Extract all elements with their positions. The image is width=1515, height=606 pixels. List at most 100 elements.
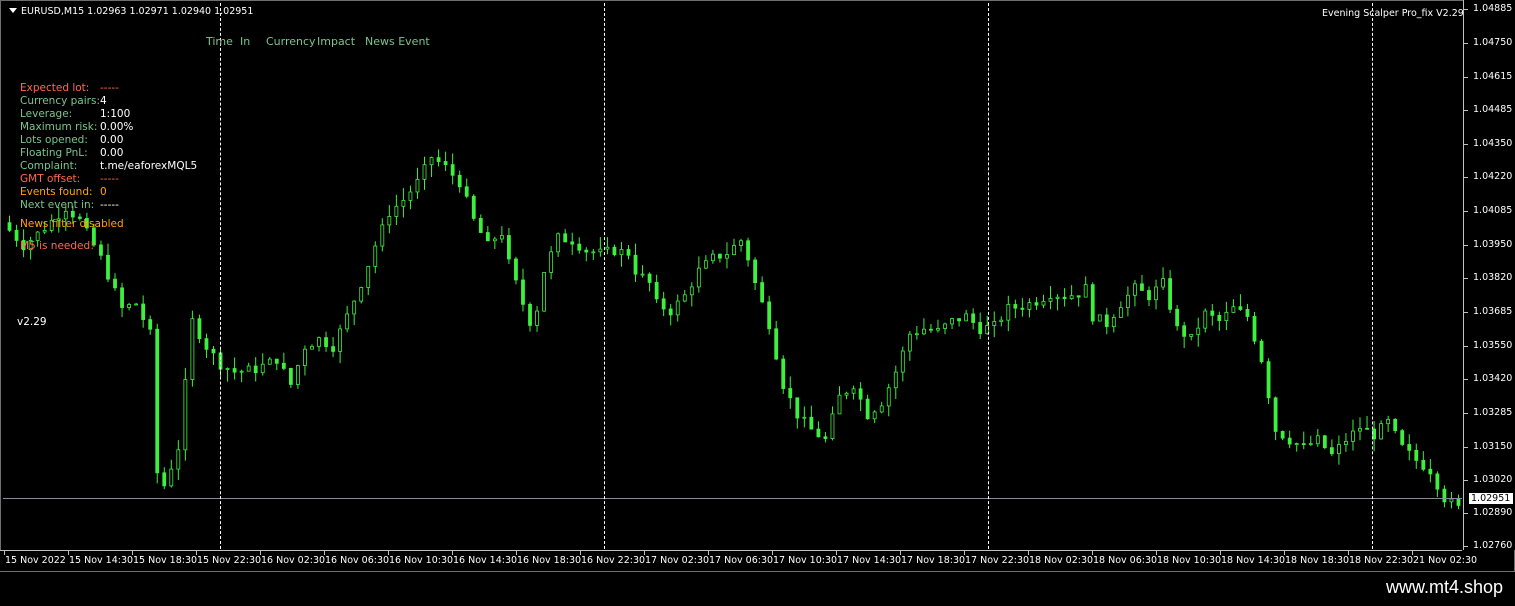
candle-body <box>155 328 160 474</box>
candle-body <box>584 249 589 253</box>
candle-body <box>591 251 596 254</box>
info-label: Leverage: <box>20 108 73 120</box>
info-label: Events found: <box>20 186 93 198</box>
candle-body <box>851 388 856 394</box>
candle-body <box>260 363 265 374</box>
candle-body <box>577 243 582 251</box>
info-label: Maximum risk: <box>20 121 98 133</box>
candle-body <box>345 313 350 330</box>
info-label: GMT offset: <box>20 173 81 185</box>
candle-body <box>936 328 940 331</box>
candle-body <box>922 328 926 335</box>
time-label: 16 Nov 14:30 <box>453 555 518 566</box>
candle-body <box>310 345 314 350</box>
candle-body <box>42 230 47 233</box>
candle-body <box>978 322 983 335</box>
candle-body <box>148 319 153 330</box>
candle-body <box>478 217 483 233</box>
info-label: Expected lot: <box>20 82 90 94</box>
price-label: 1.04085 <box>1473 205 1513 217</box>
candle-body <box>971 313 976 323</box>
candle-body <box>1104 314 1109 327</box>
candle-body <box>640 273 645 276</box>
candle-body <box>816 428 821 438</box>
candle-body <box>1161 278 1165 288</box>
price-label: 1.03420 <box>1473 373 1513 385</box>
candle-body <box>507 235 511 260</box>
candle-body <box>225 368 230 370</box>
candle-body <box>1393 418 1398 432</box>
time-label: 17 Nov 18:30 <box>901 555 966 566</box>
candle-body <box>703 260 708 269</box>
candle-body <box>886 387 891 407</box>
candle-body <box>380 224 385 247</box>
symbol-ohlc-text: EURUSD,M15 1.02963 1.02971 1.02940 1.029… <box>21 6 254 17</box>
candle-body <box>1210 310 1215 316</box>
time-label: 17 Nov 22:30 <box>965 555 1030 566</box>
candle-body <box>1259 340 1264 363</box>
time-label: 18 Nov 10:30 <box>1157 555 1222 566</box>
candle-body <box>1308 443 1313 446</box>
candle-body <box>1006 304 1011 321</box>
candle-body <box>197 318 202 340</box>
time-label: 16 Nov 10:30 <box>389 555 454 566</box>
candle-body <box>1168 278 1172 310</box>
candle-body <box>549 251 554 273</box>
candle-body <box>373 245 378 267</box>
candle-body <box>422 164 427 180</box>
candle-body <box>1442 488 1447 503</box>
time-axis[interactable]: 15 Nov 2022 15 Nov 14:30 15 Nov 18:30 15 No… <box>0 550 1477 571</box>
candle-body <box>1301 443 1306 445</box>
candle-body <box>162 472 167 487</box>
candle-body <box>1456 498 1461 506</box>
candle-body <box>1337 444 1341 455</box>
info-value: 0 <box>100 186 107 198</box>
price-tick <box>1464 43 1468 45</box>
candle-body <box>70 210 75 218</box>
price-tick <box>1464 245 1468 247</box>
info-label: Lots opened: <box>20 134 88 146</box>
candle-body <box>1365 427 1369 430</box>
current-price-marker: 1.02951 <box>1469 492 1513 504</box>
candle-body <box>1203 310 1208 329</box>
candle-body <box>668 308 673 316</box>
candle-body <box>1252 316 1257 342</box>
candle-body <box>1400 430 1405 445</box>
price-label: 1.03685 <box>1473 306 1513 318</box>
news-column-header: Currency <box>266 35 316 48</box>
time-label: 18 Nov 06:30 <box>1093 555 1158 566</box>
price-chart[interactable] <box>3 3 1462 549</box>
price-tick <box>1464 379 1468 381</box>
candle-body <box>387 216 392 226</box>
time-label: 15 Nov 22:30 <box>197 555 262 566</box>
candle-body <box>331 346 335 352</box>
candle-body <box>443 161 448 165</box>
candle-body <box>281 362 286 369</box>
candle-body <box>1196 327 1201 335</box>
candle-body <box>394 205 399 217</box>
candle-body <box>774 328 779 360</box>
price-label: 1.03150 <box>1473 441 1513 453</box>
candle-body <box>633 254 638 275</box>
candle-body <box>352 300 357 315</box>
candle-body <box>1097 314 1102 322</box>
candle-body <box>689 286 694 296</box>
candle-body <box>907 333 912 352</box>
price-label: 1.03285 <box>1473 407 1513 419</box>
candle-body <box>1224 311 1229 321</box>
candle-body <box>1182 325 1187 337</box>
candle-body <box>204 338 209 350</box>
candle-body <box>570 241 575 245</box>
candle-body <box>654 282 659 300</box>
candle-body <box>914 333 919 336</box>
dropdown-triangle-icon[interactable] <box>9 8 17 13</box>
candle-body <box>1076 295 1081 298</box>
expert-advisor-label[interactable]: Evening Scalper Pro_fix V2.29☺ <box>1322 8 1478 21</box>
price-axis[interactable]: 1.04885 1.04750 1.04615 1.04485 1.04350 1.042… <box>1463 0 1515 551</box>
candle-body <box>1315 435 1320 445</box>
candle-body <box>1294 443 1299 445</box>
candle-body <box>1154 286 1158 301</box>
chart-plot-area[interactable] <box>3 3 1462 549</box>
candle-body <box>865 398 870 420</box>
time-label: 18 Nov 02:30 <box>1029 555 1094 566</box>
